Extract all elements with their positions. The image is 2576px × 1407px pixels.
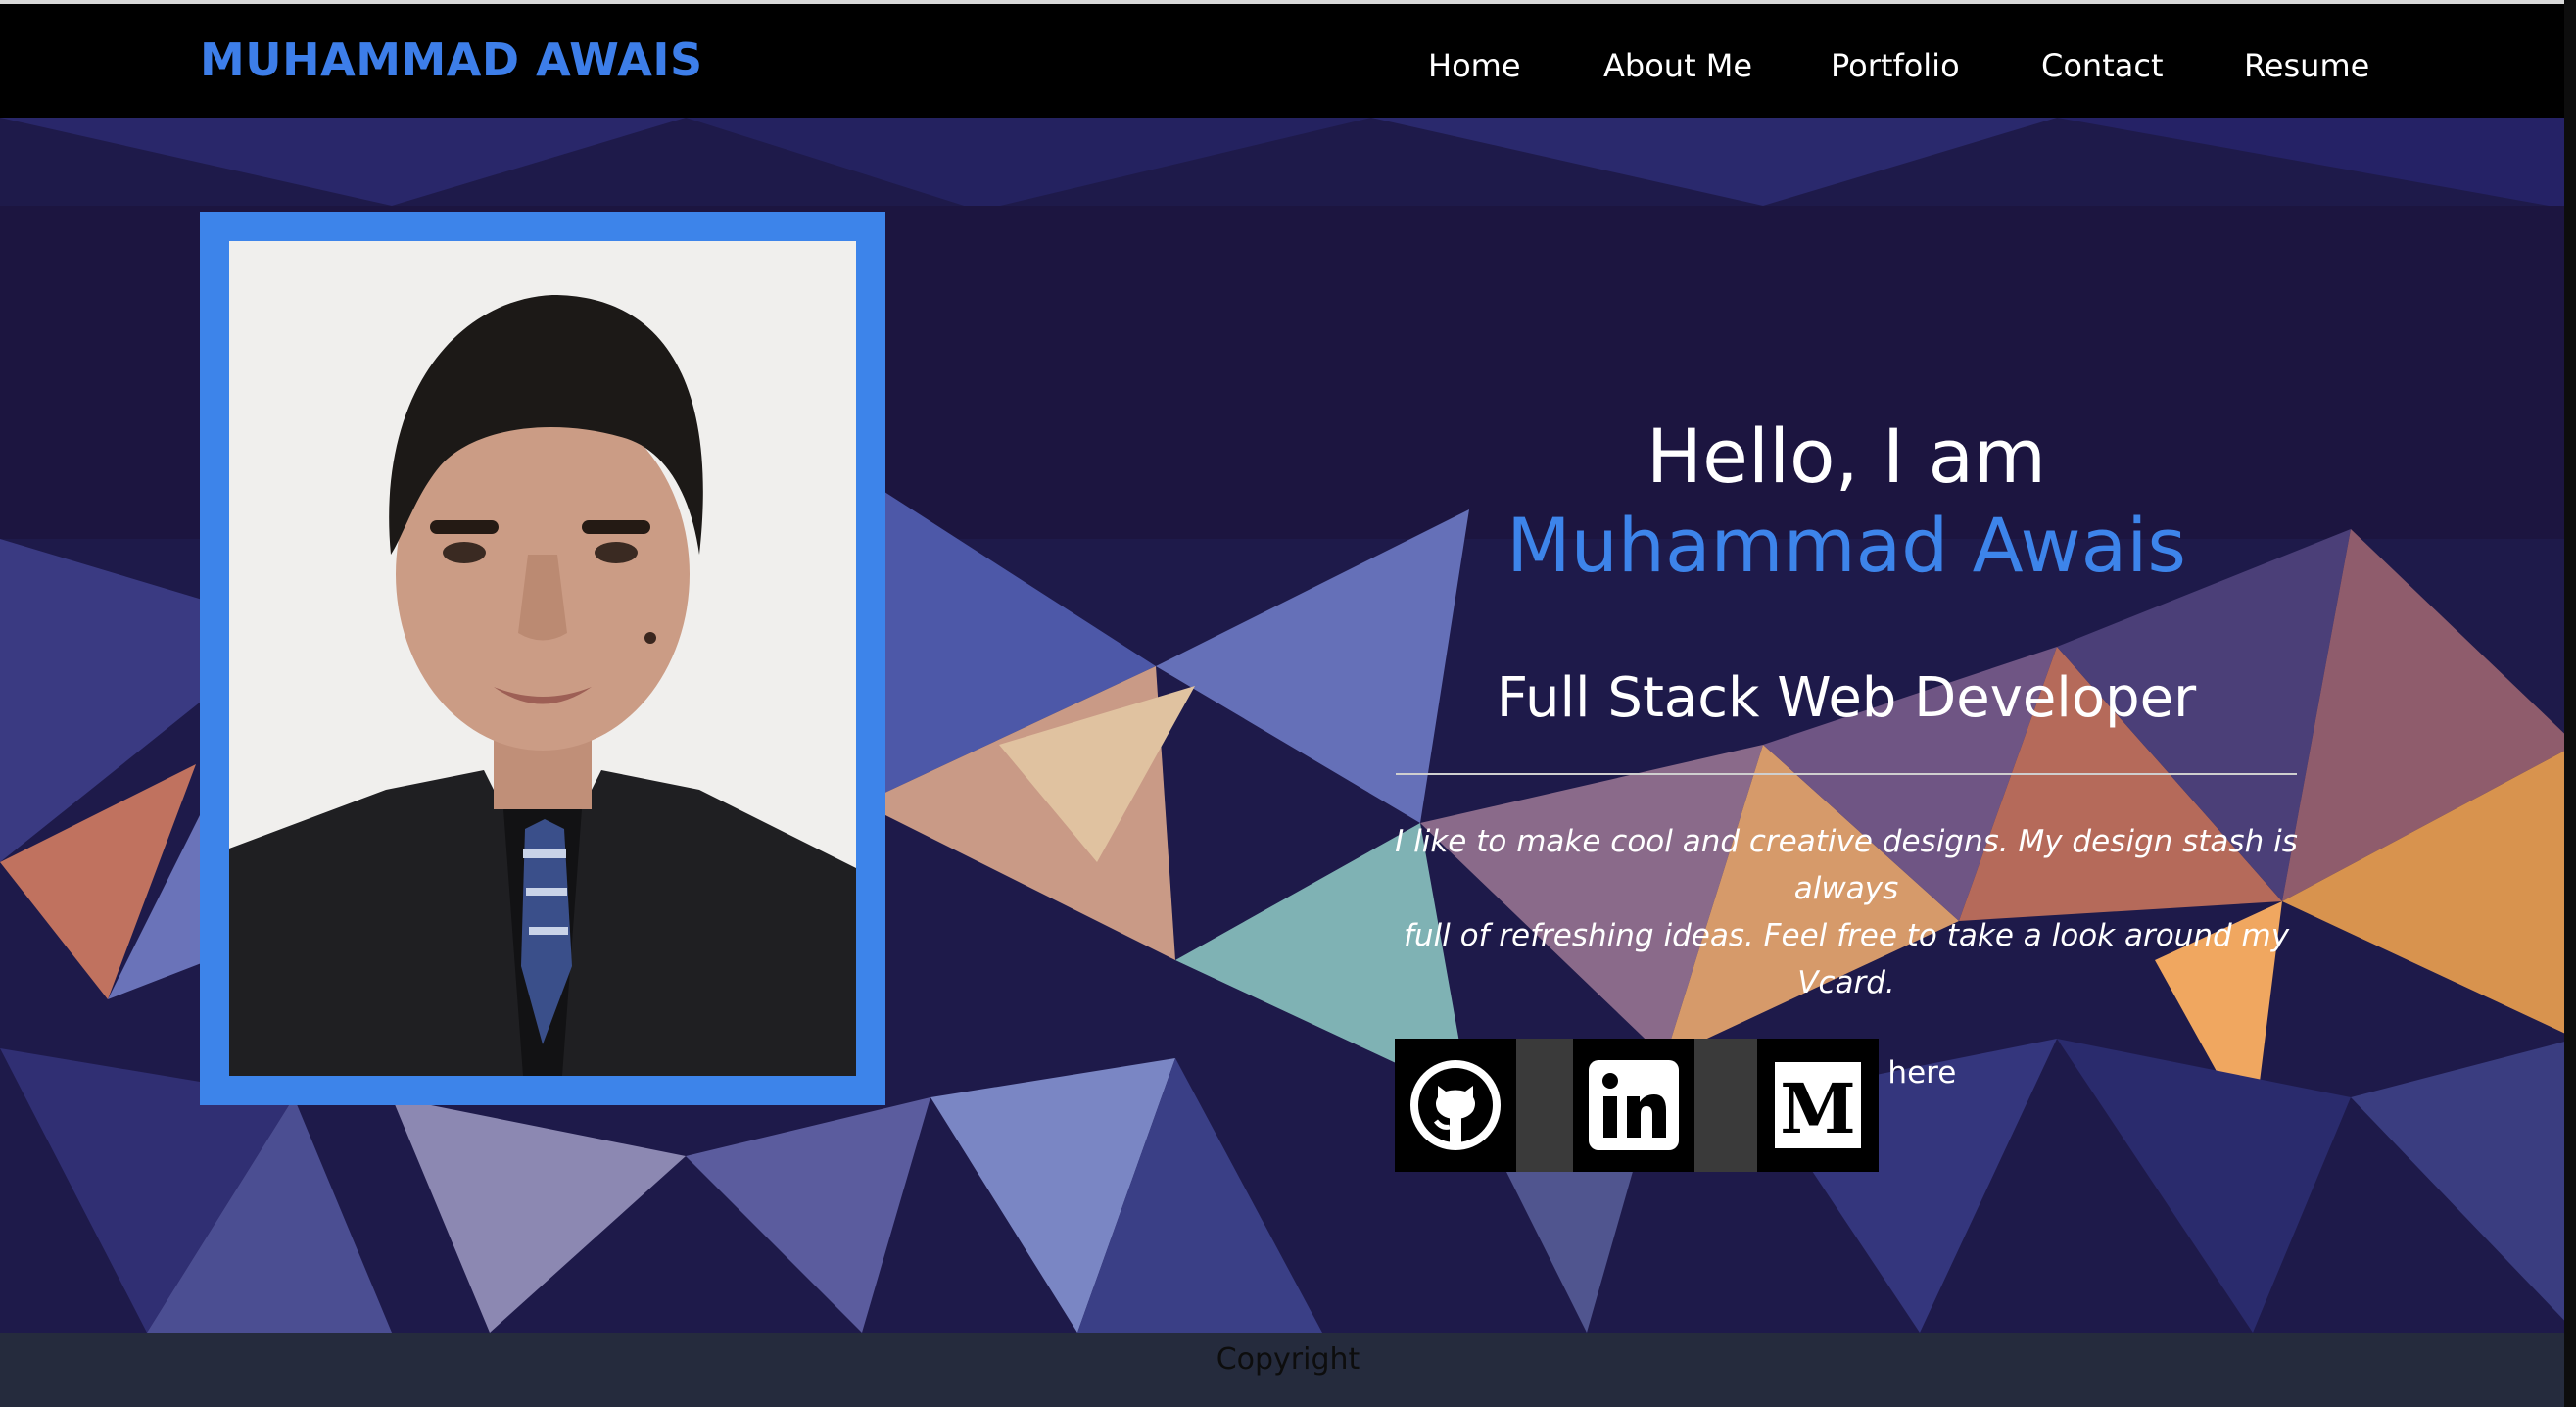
github-icon (1410, 1060, 1501, 1150)
linkedin-icon (1589, 1060, 1679, 1150)
nav-portfolio[interactable]: Portfolio (1831, 47, 1960, 84)
description-line-1: I like to make cool and creative designs… (1395, 824, 2298, 907)
brand-logo[interactable]: MUHAMMAD AWAIS (200, 33, 703, 86)
social-spacer (1516, 1039, 1573, 1172)
profile-photo-frame (200, 212, 885, 1105)
description-line-2: full of refreshing ideas. Feel free to t… (1403, 918, 2290, 1001)
top-navbar: MUHAMMAD AWAIS Home About Me Portfolio C… (0, 0, 2576, 118)
copyright-text: Copyright (1216, 1342, 1360, 1377)
intro-description: I like to make cool and creative designs… (1391, 818, 2302, 1006)
profile-photo (229, 241, 856, 1076)
greeting-heading: Hello, I am (1646, 412, 2047, 500)
social-links: M (1395, 1039, 1884, 1172)
role-title: Full Stack Web Developer (1496, 666, 2197, 731)
nav-contact[interactable]: Contact (2041, 47, 2164, 84)
intro-block: Hello, I am Muhammad Awais Full Stack We… (1391, 412, 2302, 1091)
name-heading: Muhammad Awais (1506, 502, 2186, 590)
window-edge (2564, 0, 2576, 1407)
github-link[interactable] (1395, 1039, 1516, 1172)
nav-home[interactable]: Home (1428, 47, 1521, 84)
page-footer: Copyright (0, 1333, 2576, 1407)
nav-about-me[interactable]: About Me (1603, 47, 1752, 84)
nav-resume[interactable]: Resume (2244, 47, 2369, 84)
medium-icon: M (1775, 1062, 1861, 1149)
social-spacer (1694, 1039, 1757, 1172)
section-divider (1396, 773, 2297, 776)
hero-section: Hello, I am Muhammad Awais Full Stack We… (0, 118, 2576, 1333)
svg-text:M: M (1780, 1068, 1856, 1149)
linkedin-link[interactable] (1573, 1039, 1694, 1172)
medium-link[interactable]: M (1757, 1039, 1879, 1172)
